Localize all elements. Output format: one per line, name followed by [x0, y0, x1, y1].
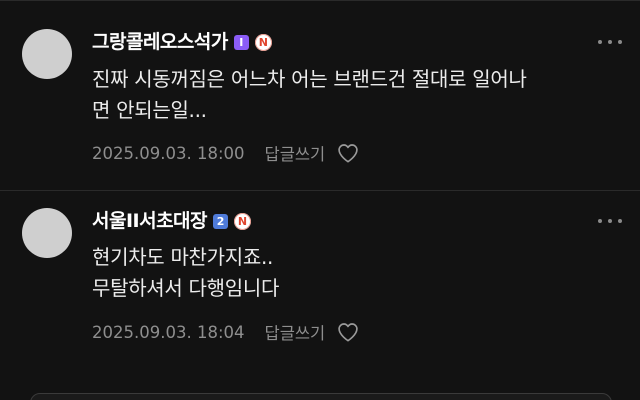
- reply-button[interactable]: 답글쓰기: [265, 141, 326, 165]
- comment-line: 무탈하셔서 다행임니다: [92, 276, 280, 300]
- comment-line: 진짜 시동꺼짐은 어느차 어는 브랜드건 절대로 일어나: [92, 67, 527, 91]
- new-badge: N: [254, 33, 272, 51]
- author-row: 그랑콜레오스석가 I N: [92, 30, 272, 54]
- more-dots-icon[interactable]: [598, 211, 622, 231]
- timestamp: 2025.09.03. 18:00: [92, 143, 245, 163]
- author-name[interactable]: 서울II서초대장: [92, 209, 208, 233]
- comment-body: 진짜 시동꺼짐은 어느차 어는 브랜드건 절대로 일어나 면 안되는일...: [92, 64, 617, 126]
- more-dots-icon[interactable]: [598, 32, 622, 52]
- author-row: 서울II서초대장 2 N: [92, 209, 252, 233]
- level-badge: 2: [213, 213, 229, 229]
- author-name[interactable]: 그랑콜레오스석가: [92, 30, 228, 54]
- comment-body: 현기차도 마찬가지죠.. 무탈하셔서 다행임니다: [92, 242, 617, 304]
- timestamp: 2025.09.03. 18:04: [92, 322, 245, 342]
- comment-line: 현기차도 마찬가지죠..: [92, 245, 274, 269]
- heart-icon[interactable]: [337, 322, 359, 342]
- avatar[interactable]: [22, 29, 72, 79]
- comment-input-bar[interactable]: [30, 393, 612, 400]
- comment-item: 서울II서초대장 2 N 현기차도 마찬가지죠.. 무탈하셔서 다행임니다 20…: [0, 190, 640, 380]
- new-badge: N: [234, 212, 252, 230]
- comment-meta: 2025.09.03. 18:00 답글쓰기: [92, 141, 359, 165]
- comment-meta: 2025.09.03. 18:04 답글쓰기: [92, 320, 359, 344]
- reply-button[interactable]: 답글쓰기: [265, 320, 326, 344]
- comment-item: 그랑콜레오스석가 I N 진짜 시동꺼짐은 어느차 어는 브랜드건 절대로 일어…: [0, 0, 640, 190]
- avatar[interactable]: [22, 208, 72, 258]
- comment-line: 면 안되는일...: [92, 98, 207, 122]
- level-badge: I: [233, 34, 249, 50]
- heart-icon[interactable]: [337, 143, 359, 163]
